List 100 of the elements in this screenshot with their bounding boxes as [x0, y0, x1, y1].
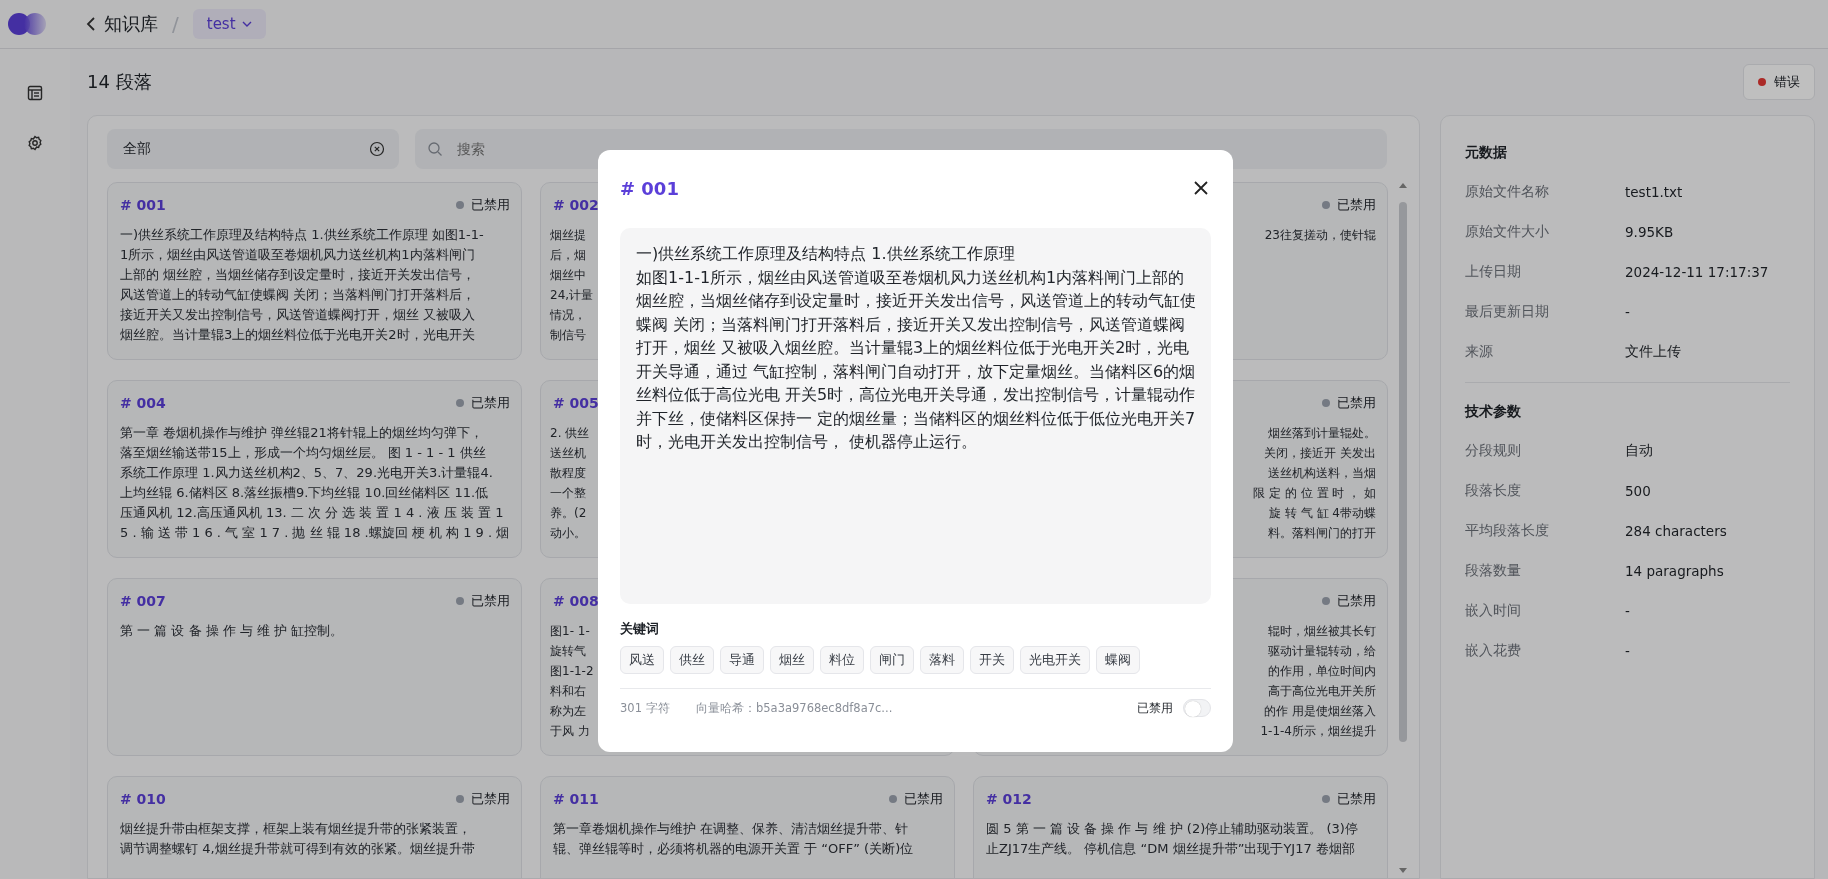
dataset-dropdown[interactable]: test	[192, 9, 266, 39]
paragraph-number: # 011	[553, 791, 599, 807]
paragraph-text-line: 调节调整螺钉 4,烟丝提升带就可得到有效的张紧。烟丝提升带	[120, 840, 475, 858]
metadata-label: 嵌入时间	[1465, 602, 1522, 620]
paragraph-card[interactable]: # 007 已禁用 第 一 篇 设 备 操 作 与 维 护 缸控制。	[107, 578, 522, 756]
paragraph-text: 一)供丝系统工作原理及结构特点 1.供丝系统工作原理	[636, 243, 1016, 265]
paragraph-card[interactable]: # 010 已禁用 烟丝提升带由框架支撑，框架上装有烟丝提升带的张紧装置， 调节调整螺钉 4,烟丝提升带就可得到有效的张紧。烟丝提升带	[107, 776, 522, 878]
paragraph-text-fragment: 旋 转 气 缸 4带动蝶	[1269, 505, 1376, 522]
status-label: 已禁用	[471, 196, 510, 214]
paragraph-text-line: 一)供丝系统工作原理及结构特点 1.供丝系统工作原理 如图1-1-	[120, 226, 484, 244]
paragraph-text-line: 上部的 烟丝腔，当烟丝储存到设定量时，接近开关发出信号，	[120, 266, 476, 284]
paragraph-number: # 004	[120, 395, 166, 411]
paragraph-number: # 007	[120, 593, 166, 609]
metadata-label: 上传日期	[1465, 263, 1522, 281]
keyword-tag: 风送	[620, 646, 664, 674]
status-label: 已禁用	[904, 790, 943, 808]
status-label: 已禁用	[471, 790, 510, 808]
paragraph-text-line: 圆 5 第 一 篇 设 备 操 作 与 维 护 (2)停止辅助驱动装置。 (3)停	[986, 820, 1358, 838]
paragraph-number: # 002	[553, 197, 599, 213]
paragraph-text-fragment: 制信号	[550, 327, 586, 344]
paragraph-text-fragment: 旋转气	[550, 643, 586, 660]
paragraph-text-line: 落至烟丝输送带15上，形成一个均匀烟丝层。 图 1 - 1 - 1 供丝	[120, 444, 486, 462]
paragraph-card[interactable]	[107, 380, 522, 558]
paragraph-text-line: 5 . 输 送 带 1 6 . 气 室 1 7 . 抛 丝 辊 18 .螺旋回 梗 机 构 1 9 . 烟	[120, 524, 510, 542]
table-icon	[27, 85, 43, 101]
paragraph-text-fragment: 23往复搓动，使针辊	[1264, 227, 1376, 244]
paragraph-text-fragment: 一个整	[550, 485, 586, 502]
filter-select[interactable]: 全部	[107, 129, 399, 169]
paragraph-text-line: 1所示，烟丝由风送管道吸至卷烟机风力送丝机构1内落料闸门	[120, 246, 475, 264]
status-label: 已禁用	[1337, 790, 1376, 808]
settings-icon	[27, 135, 43, 151]
metadata-label: 分段规则	[1465, 442, 1522, 460]
paragraph-card[interactable]: # 011 已禁用 第一章卷烟机操作与维护 在调整、保养、清洁烟丝提升带、针 辊、弹丝辊等时，必须将机器的电源开关置 于 “OFF” (关断)位	[540, 776, 955, 878]
paragraph-text: 如图1-1-1所示，烟丝由风送管道吸至卷烟机风力送丝机构1内落料闸门上部的烟丝腔，当烟丝储存到设定量时，接近开关发出信号，风送管道上的转动气缸使蝶阀 关闭；当落料闸门打开落料后，接近开关又发出控制信号，风送管道蝶阀打开，烟丝 又被吸入烟丝腔。当计量辊3上的烟丝料位低于光电开关2时，光电开关导通，通过 气缸控制，落料闸门自动打开，放下定量烟丝。当储料区6的烟丝料位低于高位光电 开关5时，高位光电开关导通，发出控制信号，计量辊动作并下丝，使储料区保持一 定的烟丝量；当储料区的烟丝料位低于低位光电开关7时，光电开关发出控制信号， 使机器停止运行。	[636, 266, 1197, 453]
paragraph-number: # 012	[986, 791, 1032, 807]
chevron-left-icon	[86, 16, 96, 32]
metadata-value: 自动	[1625, 442, 1653, 460]
paragraph-text-fragment: 驱动计量辊转动，给	[1268, 643, 1376, 660]
back-link[interactable]: 知识库	[86, 12, 158, 36]
paragraph-text-line: 第 一 篇 设 备 操 作 与 维 护 缸控制。	[120, 622, 344, 640]
vector-hash: 向量哈希：b5a3a9768ec8df8a7c...	[696, 700, 893, 716]
paragraph-number: # 001	[120, 197, 166, 213]
paragraph-text-fragment: 动小。	[550, 525, 586, 542]
keyword-tag: 光电开关	[1020, 646, 1090, 674]
paragraph-card[interactable]: # 012 已禁用 圆 5 第 一 篇 设 备 操 作 与 维 护 (2)停止辅助驱动装置。 (3)停 止ZJ17生产线。 停机信息 “DM 烟丝提升带”出现于YJ17 卷烟部	[973, 776, 1388, 878]
paragraph-text-line: 接近开关又发出控制信号，风送管道蝶阀打开，烟丝 又被吸入	[120, 306, 476, 324]
paragraph-text-fragment: 的作用，单位时间内	[1268, 663, 1376, 680]
metadata-value: 500	[1625, 483, 1651, 499]
metadata-value: 9.95KB	[1625, 224, 1674, 240]
paragraph-text-line: 第一章卷烟机操作与维护 在调整、保养、清洁烟丝提升带、针	[553, 820, 909, 838]
metadata-label: 原始文件名称	[1465, 183, 1550, 201]
paragraph-text-line: 烟丝腔。当计量辊3上的烟丝料位低于光电开关2时，光电开关	[120, 326, 475, 344]
breadcrumb-separator: /	[172, 12, 179, 36]
metadata-value: 14 paragraphs	[1625, 563, 1724, 579]
breadcrumb-label: 知识库	[104, 12, 158, 36]
keyword-tag: 导通	[720, 646, 764, 674]
status-button[interactable]: 错误	[1743, 64, 1815, 100]
scroll-down-icon[interactable]	[1399, 868, 1407, 874]
status-label: 已禁用	[1337, 394, 1376, 412]
status-label: 已禁用	[1337, 592, 1376, 610]
metadata-label: 最后更新日期	[1465, 303, 1550, 321]
paragraph-text-fragment: 散程度	[550, 465, 586, 482]
paragraph-text-line: 压通风机 12.高压通风机 13. 二 次 分 选 装 置 1 4 . 液 压 装 置 1	[120, 504, 504, 522]
error-dot-icon	[1758, 78, 1766, 86]
scroll-up-icon[interactable]	[1399, 182, 1407, 188]
metadata-label: 段落数量	[1465, 562, 1522, 580]
keywords-label: 关键词	[620, 620, 660, 638]
section-heading: 元数据	[1465, 143, 1508, 162]
metadata-label: 平均段落长度	[1465, 522, 1550, 540]
scrollbar-thumb[interactable]	[1399, 202, 1407, 742]
paragraph-text-fragment: 图1-1-2	[550, 663, 594, 680]
paragraph-number: # 010	[120, 791, 166, 807]
paragraph-number: # 008	[553, 593, 599, 609]
paragraph-text-line: 风送管道上的转动气缸使蝶阀 关闭；当落料闸门打开落料后，	[120, 286, 476, 304]
paragraph-text-fragment: 1-1-4所示，烟丝提升	[1260, 723, 1376, 740]
paragraph-text-fragment: 24,计量	[550, 287, 594, 304]
paragraph-text-line: 系统工作原理 1.风力送丝机构2、5、7、29.光电开关3.计量辊4.	[120, 464, 493, 482]
metadata-label: 段落长度	[1465, 482, 1522, 500]
metadata-value: 284 characters	[1625, 523, 1727, 539]
paragraph-text-fragment: 高于高位光电开关所	[1268, 683, 1376, 700]
paragraph-text-fragment: 关闭，接近开 关发出	[1264, 445, 1376, 462]
keyword-tag: 料位	[820, 646, 864, 674]
page-title: 14 段落	[87, 70, 152, 94]
paragraph-text-fragment: 烟丝提	[550, 227, 586, 244]
paragraph-text-fragment: 后，烟	[550, 247, 586, 264]
paragraph-text-fragment: 送丝机构送料，当烟	[1268, 465, 1376, 482]
status-label: 已禁用	[1337, 196, 1376, 214]
paragraph-text-fragment: 情况，	[550, 307, 586, 324]
toggle-label: 已禁用	[1137, 699, 1173, 717]
metadata-value: -	[1625, 304, 1630, 320]
paragraph-card[interactable]: # 001 已禁用 一)供丝系统工作原理及结构特点 1.供丝系统工作原理 如图1-1- 1所示，烟丝由风送管道吸至卷烟机风力送丝机构1内落料闸门 上部的 烟丝腔，当烟丝储存到设定量时，接近开关发出信号， 风送管道上的转动气缸使蝶阀 关闭；当落料闸门打开落料后， 接近开关又发出控制信号，风送管道蝶阀打开，烟丝 又被吸入 烟丝腔。当计量辊3上的烟丝料位低于光电开关2时，光电开关	[107, 182, 522, 360]
logo-icon	[6, 11, 48, 37]
metadata-value: 2024-12-11 17:17:37	[1625, 264, 1769, 280]
keyword-tag: 落料	[920, 646, 964, 674]
metadata-value: -	[1625, 603, 1630, 619]
status-label: 已禁用	[471, 394, 510, 412]
paragraph-text-fragment: 2. 供丝	[550, 425, 590, 442]
enable-toggle[interactable]	[1183, 699, 1211, 717]
paragraph-text-line: 第一章 卷烟机操作与维护 弹丝辊21将针辊上的烟丝均匀弹下，	[120, 424, 483, 442]
keyword-tag: 烟丝	[770, 646, 814, 674]
